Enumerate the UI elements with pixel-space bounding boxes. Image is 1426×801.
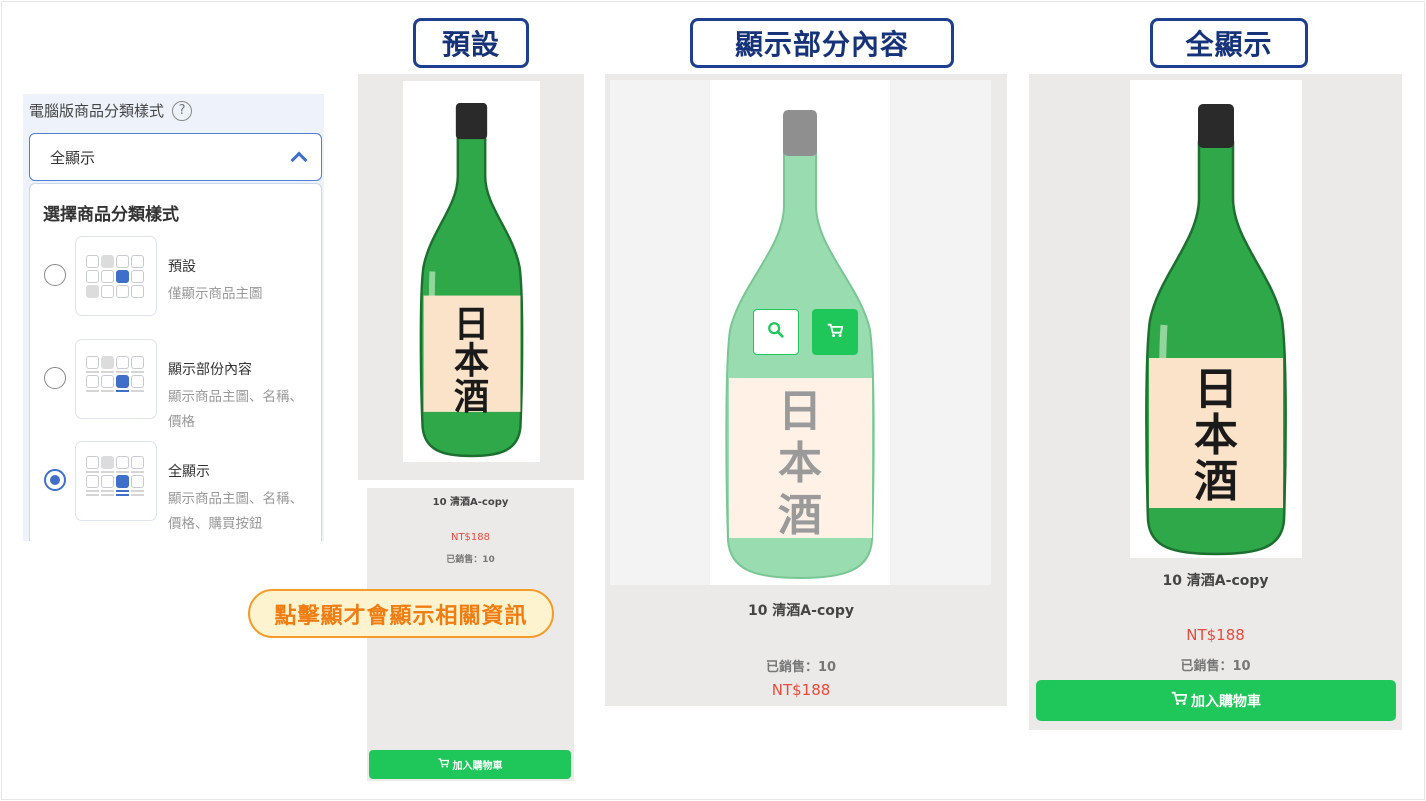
sake-bottle-image: 日 本 酒 [1145,104,1287,556]
option-name: 顯示部份內容 [168,362,252,378]
sake-bottle-image: 日 本 酒 [419,103,524,458]
radio-default[interactable] [44,264,66,286]
default-image-card[interactable]: 日 本 酒 [358,74,584,480]
svg-text:酒: 酒 [1194,456,1238,507]
help-icon[interactable]: ? [172,100,193,121]
partial-card[interactable]: 日 本 酒 10 清酒A-copy 已銷售：10 NT$188 [605,74,1007,706]
category-style-panel: 電腦版商品分類樣式 ? 全顯示 選擇商品分類樣式 預設 僅顯示商品主圖 顯示部份… [23,94,324,541]
cart-label: 加入購物車 [452,761,503,772]
full-card[interactable]: 日 本 酒 10 清酒A-copy NT$188 已銷售：10 加入購物車 [1029,74,1402,730]
style-select[interactable]: 全顯示 [29,133,322,181]
header-default: 預設 [413,18,529,68]
sake-bottle-image: 日 本 酒 [725,110,875,580]
product-image[interactable]: 日 本 酒 [403,81,540,462]
svg-text:酒: 酒 [454,376,489,417]
svg-text:日: 日 [778,386,822,437]
cart-icon [1171,691,1188,710]
panel-label: 電腦版商品分類樣式 [29,102,165,120]
product-image[interactable]: 日 本 酒 [1130,80,1302,558]
svg-text:本: 本 [778,438,822,489]
header-partial: 顯示部分內容 [690,18,954,68]
svg-text:酒: 酒 [778,490,822,541]
cart-label: 加入購物車 [1191,693,1261,710]
option-name: 全顯示 [168,464,210,480]
dropdown-title: 選擇商品分類樣式 [43,205,179,225]
layout-thumbnail-full [75,441,157,521]
product-price: NT$188 [450,532,491,543]
svg-text:日: 日 [1194,364,1238,415]
product-title[interactable]: 10 清酒A-copy [605,600,997,620]
search-icon [767,321,785,343]
panel-header: 電腦版商品分類樣式 ? [29,100,193,121]
add-to-cart-button[interactable]: 加入購物車 [369,750,571,779]
cart-icon [827,323,844,342]
product-image-hover[interactable]: 日 本 酒 [610,80,991,585]
quick-cart-button[interactable] [812,309,858,355]
product-sold: 已銷售：10 [1180,659,1251,674]
cart-icon [438,758,449,771]
hover-note-callout: 點擊顯才會顯示相關資訊 [248,589,554,638]
select-value: 全顯示 [50,148,96,167]
product-sold: 已銷售：10 [765,660,837,675]
option-name: 預設 [168,259,196,275]
product-title[interactable]: 10 清酒A-copy [1029,570,1402,590]
option-default[interactable]: 預設 僅顯示商品主圖 [30,236,323,318]
option-desc: 顯示商品主圖、名稱、價格、購買按鈕 [168,491,303,532]
option-desc: 僅顯示商品主圖 [168,286,263,302]
header-full: 全顯示 [1150,18,1308,68]
product-title[interactable]: 10 清酒A-copy [367,493,574,508]
quick-view-button[interactable] [753,309,799,355]
add-to-cart-button[interactable]: 加入購物車 [1036,680,1396,721]
option-desc: 顯示商品主圖、名稱、價格 [168,389,303,430]
layout-thumbnail-default [75,236,157,316]
radio-full[interactable] [44,469,66,491]
layout-thumbnail-partial [75,339,157,419]
chevron-up-icon [290,151,308,169]
style-dropdown: 選擇商品分類樣式 預設 僅顯示商品主圖 顯示部份內容 顯示商品主圖、名稱、價格 … [29,183,322,541]
svg-text:本: 本 [1194,410,1238,461]
radio-partial[interactable] [44,367,66,389]
product-price: NT$188 [771,681,831,699]
product-price: NT$188 [1186,626,1245,644]
option-full[interactable]: 全顯示 顯示商品主圖、名稱、價格、購買按鈕 [30,441,323,532]
product-sold: 已銷售：10 [446,555,495,565]
option-partial[interactable]: 顯示部份內容 顯示商品主圖、名稱、價格 [30,339,323,430]
